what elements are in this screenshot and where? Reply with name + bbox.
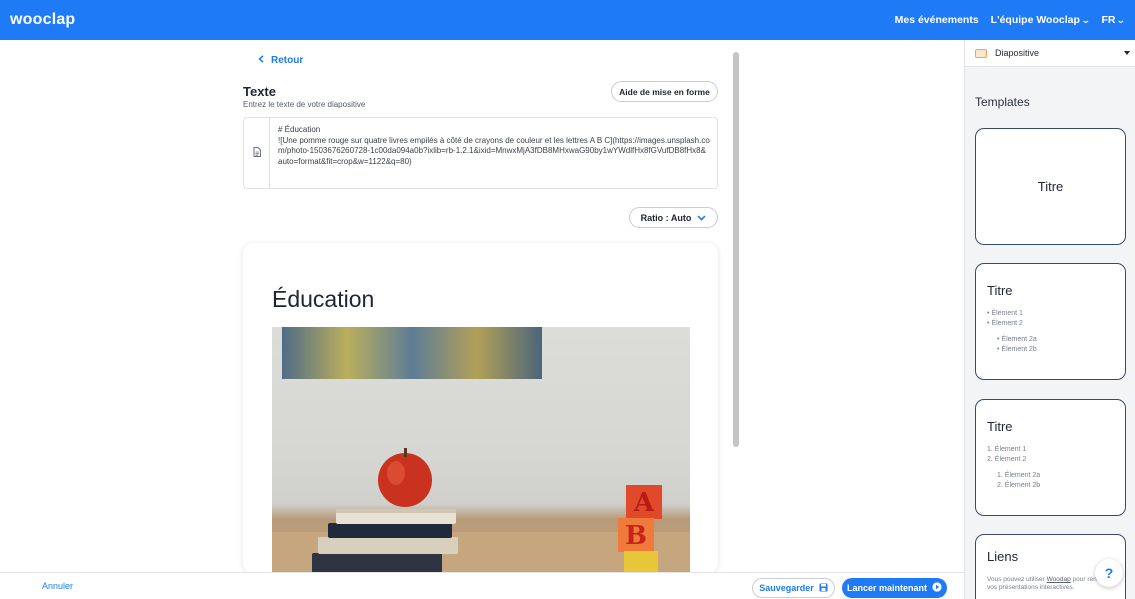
- back-link-label: Retour: [271, 55, 304, 66]
- launch-now-button[interactable]: Lancer maintenant: [842, 578, 947, 598]
- bottom-bar: Annuler Sauvegarder Lancer maintenant: [0, 572, 964, 599]
- editor-scrollbar[interactable]: [732, 44, 740, 569]
- slide-type-icon: [975, 48, 987, 58]
- templates-sidebar: Diapositive Templates Titre Titre • Élem…: [964, 40, 1135, 599]
- floppy-disk-icon: [819, 583, 828, 594]
- nav-my-events[interactable]: Mes événements: [895, 14, 979, 26]
- top-bar: wooclap Mes événements L'équipe Wooclap …: [0, 0, 1135, 40]
- save-button-label: Sauvegarder: [759, 583, 814, 593]
- formatting-help-button[interactable]: Aide de mise en forme: [611, 81, 718, 102]
- document-icon: [253, 144, 261, 162]
- markdown-text[interactable]: # Éducation ![Une pomme rouge sur quatre…: [278, 125, 710, 167]
- desc-text: Vous pouvez utiliser: [987, 576, 1047, 583]
- cancel-link[interactable]: Annuler: [42, 581, 73, 591]
- chevron-left-icon: [258, 55, 264, 66]
- chevron-down-icon: [697, 213, 706, 223]
- section-title: Texte: [243, 84, 276, 99]
- language-label: FR: [1101, 14, 1116, 26]
- template-links-title: Liens: [987, 549, 1019, 564]
- scrollbar-thumb[interactable]: [733, 52, 739, 447]
- template-numbered-title: Titre: [987, 419, 1013, 434]
- list-item: 1. Élement 2a: [997, 472, 1041, 479]
- editor-gutter: [244, 118, 270, 188]
- wooclap-logo[interactable]: wooclap: [10, 11, 75, 29]
- nav-team-menu[interactable]: L'équipe Wooclap ⌄: [990, 14, 1091, 26]
- desc-link[interactable]: Woodap: [1047, 576, 1071, 583]
- list-item: Élement 2: [991, 320, 1023, 327]
- list-item: Élement 2b: [1001, 346, 1037, 353]
- education-photo: A B: [272, 327, 690, 573]
- caret-down-icon: [1124, 51, 1130, 55]
- ratio-dropdown[interactable]: Ratio : Auto: [629, 207, 718, 228]
- help-chat-button[interactable]: ?: [1095, 559, 1123, 587]
- play-circle-icon: [932, 582, 942, 594]
- template-numbered-items: 1. Élement 1 2. Élement 2 1. Élement 2a …: [987, 445, 1040, 491]
- block-letter-b: B: [625, 521, 647, 551]
- template-bullet-list[interactable]: Titre • Élement 1 • Élement 2 • Élement …: [975, 263, 1126, 380]
- list-item: 2. Élement 2: [987, 456, 1027, 463]
- list-item: 2. Élement 2b: [997, 482, 1041, 489]
- launch-button-label: Lancer maintenant: [846, 583, 928, 593]
- templates-heading: Templates: [975, 95, 1030, 109]
- slide-title: Éducation: [272, 286, 375, 312]
- language-menu[interactable]: FR ⌄: [1101, 14, 1127, 26]
- list-item: Élement 1: [991, 310, 1023, 317]
- chevron-down-icon: ⌄: [1116, 14, 1127, 25]
- nav-my-events-label: Mes événements: [894, 14, 979, 26]
- block-letter-a: A: [633, 488, 655, 518]
- list-item: Élement 2a: [1001, 336, 1037, 343]
- list-item: 1. Élement 1: [987, 446, 1027, 453]
- template-title-text: Titre: [1037, 179, 1064, 194]
- slide-preview: Éducation A B: [243, 243, 718, 573]
- section-subtitle: Entrez le texte de votre diapositive: [243, 100, 366, 109]
- nav-team-label: L'équipe Wooclap: [990, 14, 1080, 26]
- template-bullet-items: • Élement 1 • Élement 2 • Élement 2a • É…: [987, 310, 1037, 353]
- back-link[interactable]: Retour: [258, 55, 303, 66]
- slide-image: A B: [272, 327, 690, 573]
- template-title[interactable]: Titre: [975, 128, 1126, 245]
- save-button[interactable]: Sauvegarder: [752, 578, 835, 598]
- template-numbered-list[interactable]: Titre 1. Élement 1 2. Élement 2 1. Éleme…: [975, 399, 1126, 516]
- top-nav: Mes événements L'équipe Wooclap ⌄ FR ⌄: [895, 14, 1127, 26]
- template-bullet-title: Titre: [987, 283, 1013, 298]
- ratio-label: Ratio : Auto: [640, 212, 692, 223]
- slide-type-select[interactable]: Diapositive: [965, 40, 1135, 67]
- chevron-down-icon: ⌄: [1080, 14, 1091, 25]
- slide-type-label: Diapositive: [995, 48, 1040, 58]
- markdown-editor[interactable]: # Éducation ![Une pomme rouge sur quatre…: [243, 117, 718, 189]
